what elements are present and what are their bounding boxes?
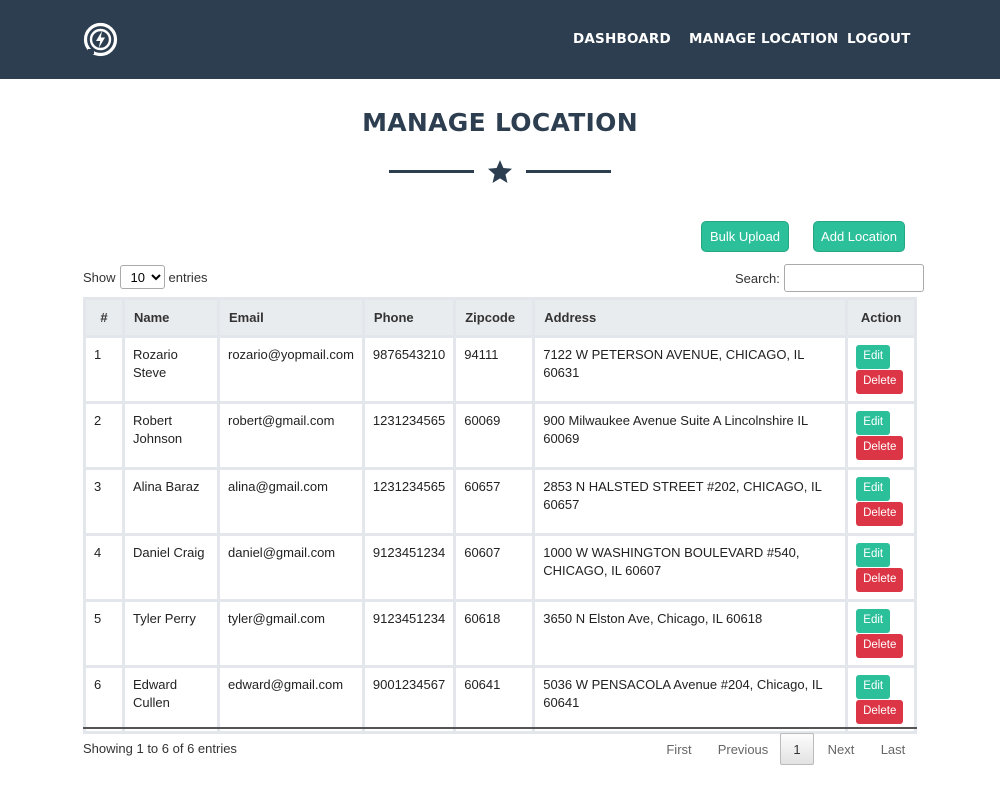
col-header-num[interactable]: # <box>86 300 122 335</box>
delete-button[interactable]: Delete <box>856 568 904 592</box>
cell-num: 4 <box>86 536 122 599</box>
edit-button[interactable]: Edit <box>856 411 891 435</box>
table-row: 4 Daniel Craig daniel@gmail.com 91234512… <box>86 536 914 599</box>
col-header-name[interactable]: Name <box>125 300 217 335</box>
cell-action: Edit Delete <box>848 536 914 599</box>
cell-email: robert@gmail.com <box>220 404 362 467</box>
search-control: Search: <box>735 264 924 292</box>
delete-button[interactable]: Delete <box>856 634 904 658</box>
title-divider-right <box>526 170 611 173</box>
cell-num: 6 <box>86 668 122 731</box>
delete-button[interactable]: Delete <box>856 502 904 526</box>
cell-name: Tyler Perry <box>125 602 217 665</box>
navbar: DASHBOARD MANAGE LOCATION LOGOUT <box>0 0 1000 79</box>
cell-email: edward@gmail.com <box>220 668 362 731</box>
nav-logout-link[interactable]: LOGOUT <box>847 31 911 47</box>
delete-button[interactable]: Delete <box>856 436 904 460</box>
nav-dashboard-link[interactable]: DASHBOARD <box>573 31 671 47</box>
edit-button[interactable]: Edit <box>856 609 891 633</box>
table-row: 3 Alina Baraz alina@gmail.com 1231234565… <box>86 470 914 533</box>
edit-button[interactable]: Edit <box>856 675 891 699</box>
col-header-address[interactable]: Address <box>535 300 846 335</box>
table-row: 6 Edward Cullen edward@gmail.com 9001234… <box>86 668 914 731</box>
page-title: MANAGE LOCATION <box>362 108 638 137</box>
pagination-previous[interactable]: Previous <box>716 733 770 765</box>
cell-address: 2853 N HALSTED STREET #202, CHICAGO, IL … <box>535 470 846 533</box>
cell-zipcode: 94111 <box>456 338 533 401</box>
show-label: Show <box>83 269 116 285</box>
search-input[interactable] <box>783 264 924 292</box>
cell-phone: 9876543210 <box>364 338 454 401</box>
cell-phone: 9001234567 <box>364 668 454 731</box>
table-info: Showing 1 to 6 of 6 entries <box>83 741 237 756</box>
cell-address: 3650 N Elston Ave, Chicago, IL 60618 <box>535 602 846 665</box>
cell-email: rozario@yopmail.com <box>220 338 362 401</box>
table-row: 2 Robert Johnson robert@gmail.com 123123… <box>86 404 914 467</box>
table-row: 5 Tyler Perry tyler@gmail.com 9123451234… <box>86 602 914 665</box>
cell-action: Edit Delete <box>848 602 914 665</box>
cell-email: tyler@gmail.com <box>220 602 362 665</box>
cell-action: Edit Delete <box>848 404 914 467</box>
star-icon <box>486 158 514 186</box>
cell-name: Edward Cullen <box>125 668 217 731</box>
cell-action: Edit Delete <box>848 668 914 731</box>
col-header-phone[interactable]: Phone <box>364 300 454 335</box>
cell-phone: 1231234565 <box>364 404 454 467</box>
pagination-next[interactable]: Next <box>826 733 856 765</box>
cell-address: 5036 W PENSACOLA Avenue #204, Chicago, I… <box>535 668 846 731</box>
cell-address: 1000 W WASHINGTON BOULEVARD #540, CHICAG… <box>535 536 846 599</box>
cell-phone: 9123451234 <box>364 536 454 599</box>
cell-action: Edit Delete <box>848 470 914 533</box>
cell-zipcode: 60069 <box>456 404 533 467</box>
cell-num: 3 <box>86 470 122 533</box>
cell-zipcode: 60641 <box>456 668 533 731</box>
cell-name: Robert Johnson <box>125 404 217 467</box>
cell-phone: 1231234565 <box>364 470 454 533</box>
cell-address: 900 Milwaukee Avenue Suite A Lincolnshir… <box>535 404 846 467</box>
title-divider-left <box>389 170 474 173</box>
delete-button[interactable]: Delete <box>856 370 904 394</box>
length-control: Show 10 entries <box>83 265 208 289</box>
cell-email: alina@gmail.com <box>220 470 362 533</box>
entries-per-page-select[interactable]: 10 <box>119 265 165 289</box>
bulk-upload-button[interactable]: Bulk Upload <box>701 221 789 252</box>
cell-phone: 9123451234 <box>364 602 454 665</box>
table-row: 1 Rozario Steve rozario@yopmail.com 9876… <box>86 338 914 401</box>
cell-num: 2 <box>86 404 122 467</box>
search-label: Search: <box>735 270 780 286</box>
cell-name: Rozario Steve <box>125 338 217 401</box>
cell-zipcode: 60607 <box>456 536 533 599</box>
table-bottom-border <box>83 727 917 729</box>
cell-email: daniel@gmail.com <box>220 536 362 599</box>
add-location-button[interactable]: Add Location <box>813 221 905 252</box>
pagination-first[interactable]: First <box>664 733 694 765</box>
entries-label: entries <box>168 269 208 285</box>
col-header-zipcode[interactable]: Zipcode <box>456 300 533 335</box>
col-header-email[interactable]: Email <box>220 300 362 335</box>
edit-button[interactable]: Edit <box>856 477 891 501</box>
cell-num: 5 <box>86 602 122 665</box>
edit-button[interactable]: Edit <box>856 345 891 369</box>
cell-num: 1 <box>86 338 122 401</box>
locations-table: # Name Email Phone Zipcode Address Actio… <box>83 297 917 734</box>
delete-button[interactable]: Delete <box>856 700 904 724</box>
cell-action: Edit Delete <box>848 338 914 401</box>
col-header-action: Action <box>848 300 914 335</box>
cell-address: 7122 W PETERSON AVENUE, CHICAGO, IL 6063… <box>535 338 846 401</box>
cell-name: Alina Baraz <box>125 470 217 533</box>
cell-zipcode: 60657 <box>456 470 533 533</box>
nav-manage-location-link[interactable]: MANAGE LOCATION <box>689 31 839 47</box>
cell-zipcode: 60618 <box>456 602 533 665</box>
cell-name: Daniel Craig <box>125 536 217 599</box>
pagination-page-1[interactable]: 1 <box>780 733 814 765</box>
table-header-row: # Name Email Phone Zipcode Address Actio… <box>86 300 914 335</box>
lightning-bolt-logo-icon[interactable] <box>83 22 118 57</box>
edit-button[interactable]: Edit <box>856 543 891 567</box>
pagination-last[interactable]: Last <box>878 733 908 765</box>
